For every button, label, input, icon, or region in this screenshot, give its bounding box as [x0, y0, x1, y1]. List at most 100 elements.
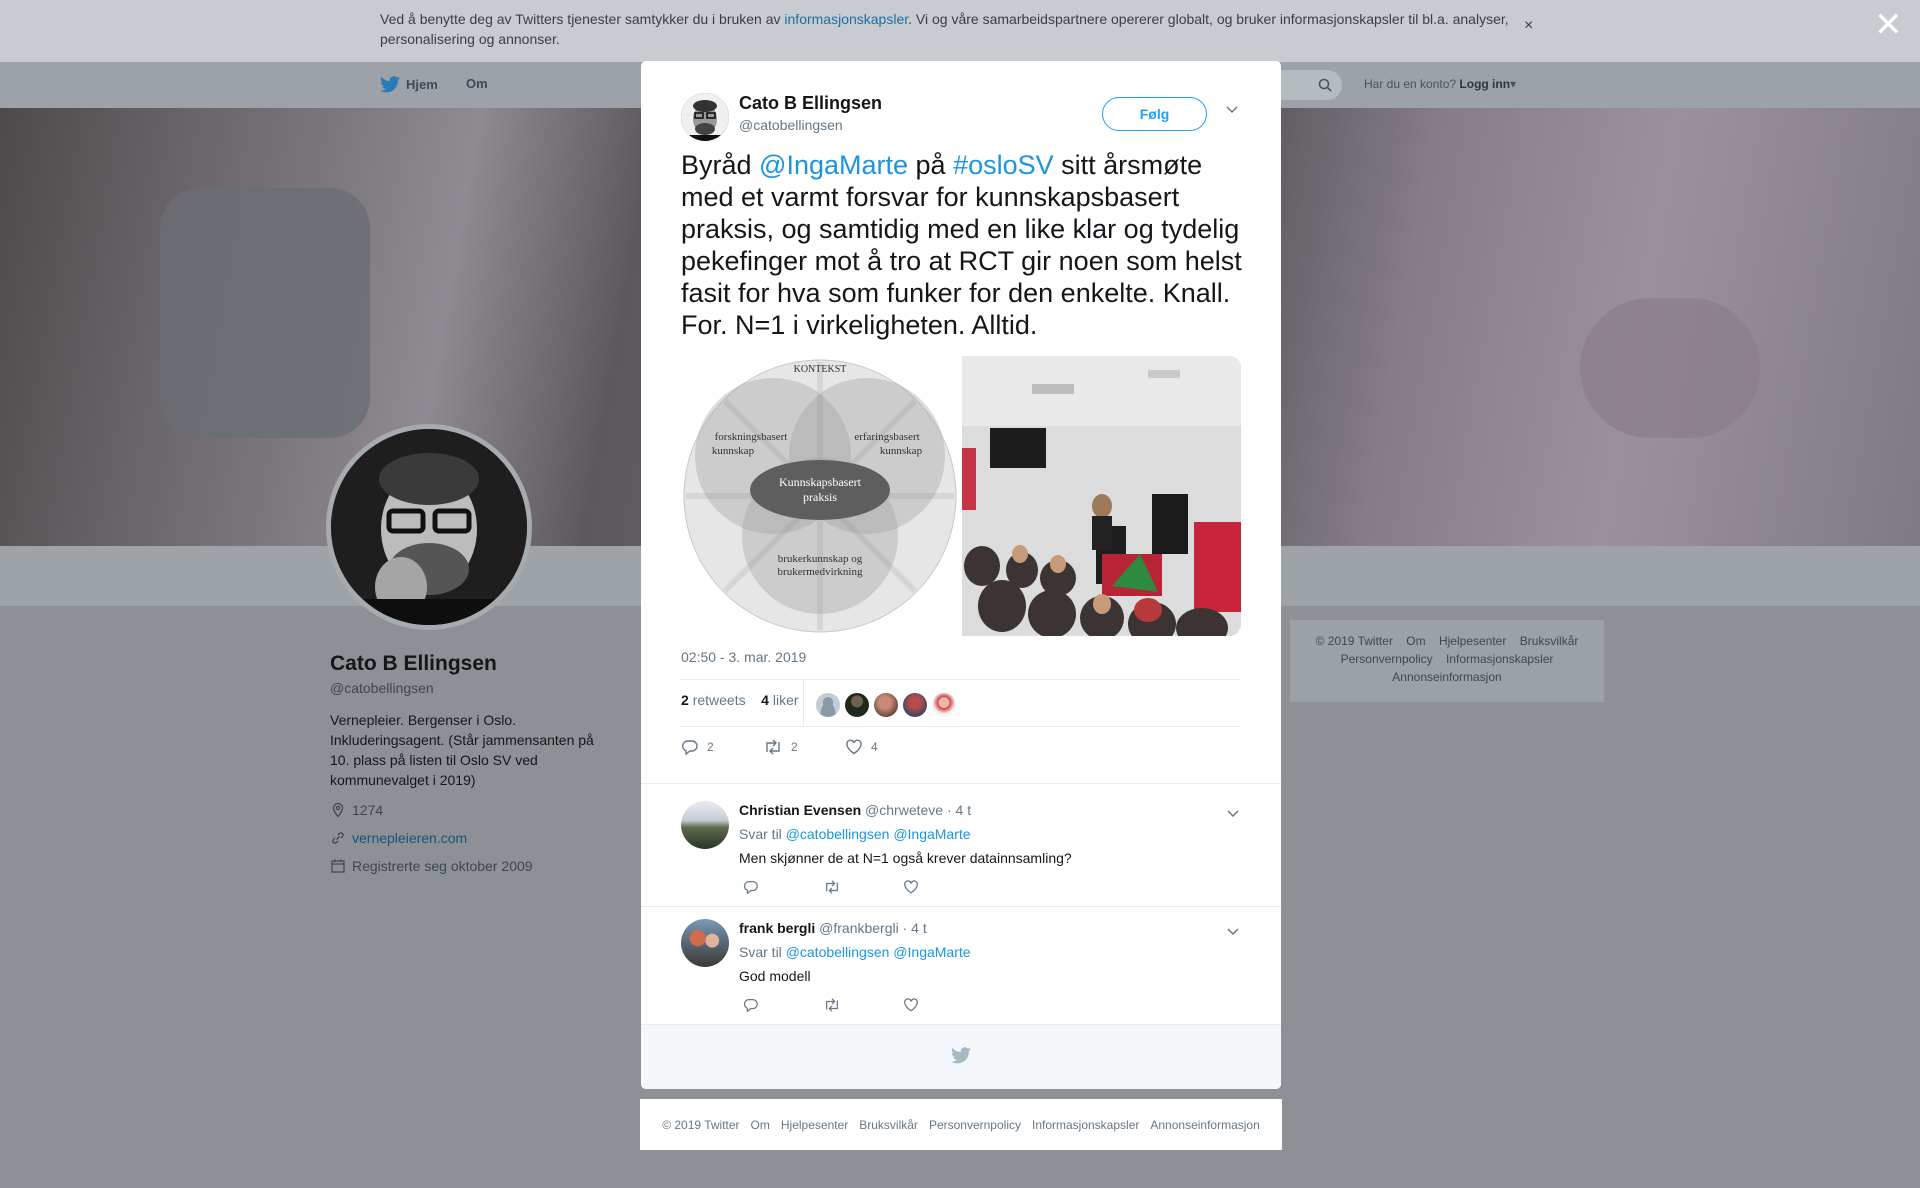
footer-link-terms[interactable]: Bruksvilkår [1520, 634, 1579, 648]
reply-actions [743, 879, 983, 900]
reply-to-mention[interactable]: @IngaMarte [893, 944, 970, 960]
footer-link-help[interactable]: Hjelpesenter [1439, 634, 1506, 648]
reply-author-handle[interactable]: @chrweteve [865, 802, 943, 818]
footer-link-about[interactable]: Om [1406, 634, 1425, 648]
retweet-icon [826, 998, 838, 1012]
reply-header: Christian Evensen @chrweteve · 4 t [739, 802, 971, 818]
twitter-bird-icon [951, 1047, 971, 1064]
mention-link[interactable]: @IngaMarte [759, 150, 908, 180]
reply-button[interactable]: 2 [681, 738, 763, 756]
chevron-down-icon[interactable] [1226, 808, 1240, 818]
follow-button[interactable]: Følg [1102, 97, 1207, 131]
divider [681, 726, 1241, 727]
retweets-stat[interactable]: 2 retweets [681, 692, 746, 708]
diagram-label-user-1: brukerkunnskap og [778, 553, 863, 565]
calendar-icon [331, 859, 345, 873]
location-pin-icon [332, 802, 344, 818]
profile-bio: Vernepleier. Bergenser i Oslo. Inkluderi… [330, 712, 594, 788]
reply-to-mention[interactable]: @catobellingsen [786, 826, 890, 842]
footer-copyright: © 2019 Twitter [1315, 634, 1393, 648]
tweet-image-photo[interactable] [962, 356, 1241, 636]
footer-link-terms[interactable]: Bruksvilkår [859, 1118, 918, 1132]
reply-icon [682, 740, 698, 756]
retweet-button[interactable] [823, 997, 903, 1018]
cookie-banner: Ved å benytte deg av Twitters tjenester … [0, 0, 1920, 62]
profile-website-link[interactable]: vernepleieren.com [352, 830, 467, 846]
tweet-author-avatar[interactable] [681, 93, 729, 141]
reply-to-line: Svar til @catobellingsen @IngaMarte [739, 826, 971, 842]
footer-link-about[interactable]: Om [751, 1118, 770, 1132]
reply-time[interactable]: · 4 t [903, 920, 927, 936]
diagram-label-context: KONTEKST [794, 364, 847, 375]
cookie-banner-text: Ved å benytte deg av Twitters tjenester … [380, 11, 1509, 47]
footer-link-cookies[interactable]: Informasjonskapsler [1032, 1118, 1139, 1132]
like-button[interactable]: 4 [845, 738, 927, 756]
tweet-author-name[interactable]: Cato B Ellingsen [739, 93, 882, 114]
profile-joined: Registrerte seg oktober 2009 [330, 858, 533, 874]
nav-home-link[interactable]: Hjem [380, 76, 438, 93]
chevron-down-icon[interactable] [1226, 926, 1240, 936]
liker-avatar[interactable] [874, 693, 898, 717]
reply-icon [743, 881, 758, 895]
liker-avatar[interactable] [816, 693, 840, 717]
profile-website: vernepleieren.com [330, 830, 467, 846]
reply-to-mention[interactable]: @IngaMarte [893, 826, 970, 842]
reply-actions [743, 997, 983, 1018]
cookie-policy-link[interactable]: informasjonskapsler [784, 11, 908, 27]
login-link[interactable]: Logg inn [1459, 77, 1510, 91]
likes-stat[interactable]: 4 liker [761, 692, 798, 708]
heart-icon [904, 998, 918, 1012]
modal-bottom-footer: © 2019 Twitter Om Hjelpesenter Bruksvilk… [640, 1099, 1282, 1150]
liker-avatar[interactable] [932, 693, 956, 717]
footer-link-help[interactable]: Hjelpesenter [781, 1118, 848, 1132]
liker-avatar[interactable] [845, 693, 869, 717]
reply-time[interactable]: · 4 t [947, 802, 971, 818]
reply-button[interactable] [743, 997, 823, 1018]
diagram-label-research-2: kunnskap [712, 445, 755, 457]
tweet-stats: 2 retweets 4 liker [681, 692, 799, 708]
login-area: Har du en konto? Logg inn▾ [1364, 77, 1517, 91]
reply-tweet[interactable]: frank bergli @frankbergli · 4 t Svar til… [641, 906, 1281, 1002]
divider [681, 679, 1241, 680]
reply-author-avatar[interactable] [681, 801, 729, 849]
reply-icon [743, 999, 758, 1013]
tweet-author-handle[interactable]: @catobellingsen [739, 117, 843, 133]
retweet-button[interactable]: 2 [763, 738, 845, 756]
reply-author-handle[interactable]: @frankbergli [819, 920, 899, 936]
footer-link-cookies[interactable]: Informasjonskapsler [1446, 652, 1553, 666]
footer-copyright: © 2019 Twitter [662, 1117, 740, 1132]
modal-footer [641, 1024, 1281, 1089]
close-modal-icon[interactable]: ✕ [1874, 8, 1903, 42]
search-icon [1318, 78, 1332, 92]
nav-about-link[interactable]: Om [466, 76, 488, 91]
profile-avatar[interactable] [326, 424, 532, 630]
hashtag-link[interactable]: #osloSV [953, 150, 1054, 180]
chevron-down-icon[interactable] [1225, 104, 1239, 114]
diagram-label-user-2: brukermedvirkning [778, 566, 863, 578]
like-button[interactable] [903, 879, 983, 900]
reply-button[interactable] [743, 879, 823, 900]
reply-author-name[interactable]: Christian Evensen [739, 802, 861, 818]
reply-author-avatar[interactable] [681, 919, 729, 967]
reply-tweet[interactable]: Christian Evensen @chrweteve · 4 t Svar … [641, 783, 1281, 879]
reply-author-name[interactable]: frank bergli [739, 920, 815, 936]
footer-link-ads[interactable]: Annonseinformasjon [1392, 670, 1501, 684]
diagram-label-experience-1: erfaringsbasert [854, 431, 919, 443]
tweet-image-diagram[interactable]: KONTEKST forskningsbasert kunnskap erfar… [681, 356, 959, 636]
reply-header: frank bergli @frankbergli · 4 t [739, 920, 927, 936]
diagram-label-experience-2: kunnskap [880, 445, 923, 457]
footer-link-privacy[interactable]: Personvernpolicy [929, 1118, 1021, 1132]
reply-text: Men skjønner de at N=1 også krever datai… [739, 850, 1072, 866]
tweet-timestamp[interactable]: 02:50 - 3. mar. 2019 [681, 649, 806, 665]
liker-avatar[interactable] [903, 693, 927, 717]
heart-icon [846, 739, 862, 755]
footer-link-ads[interactable]: Annonseinformasjon [1150, 1118, 1259, 1132]
cookie-close-icon[interactable]: × [1524, 17, 1533, 35]
footer-link-privacy[interactable]: Personvernpolicy [1341, 652, 1433, 666]
reply-to-mention[interactable]: @catobellingsen [786, 944, 890, 960]
retweet-button[interactable] [823, 879, 903, 900]
like-button[interactable] [903, 997, 983, 1018]
profile-location: 1274 [330, 802, 383, 818]
tweet-modal: Cato B Ellingsen @catobellingsen Følg By… [641, 61, 1281, 1089]
liker-avatars [816, 693, 956, 717]
